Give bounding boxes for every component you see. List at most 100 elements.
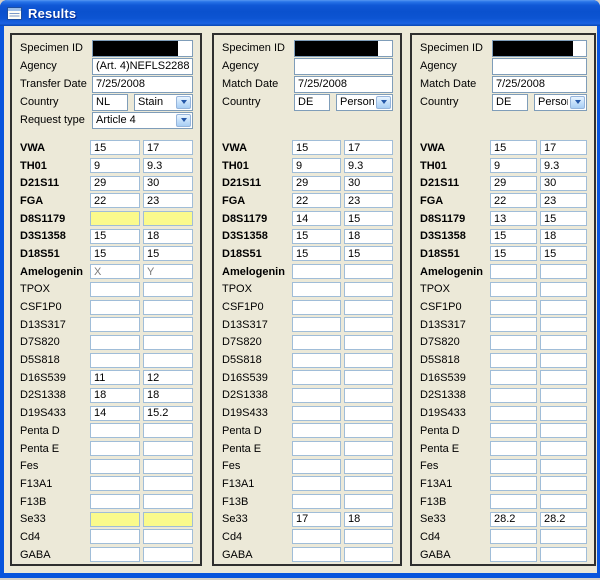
allele-cell-d3s1358-2[interactable]: 18 [344, 229, 393, 244]
allele-cell-fga-1[interactable]: 22 [490, 193, 537, 208]
allele-cell-penta-e-2[interactable] [344, 441, 393, 456]
allele-cell-penta-e-2[interactable] [143, 441, 193, 456]
allele-cell-d7s820-2[interactable] [344, 335, 393, 350]
allele-cell-cd4-1[interactable] [292, 529, 341, 544]
allele-cell-d16s539-1[interactable] [490, 370, 537, 385]
allele-cell-cd4-1[interactable] [490, 529, 537, 544]
allele-cell-d5s818-1[interactable] [490, 353, 537, 368]
allele-cell-tpox-1[interactable] [490, 282, 537, 297]
allele-cell-d8s1179-1[interactable] [90, 211, 140, 226]
country-type-dropdown[interactable]: Person [336, 94, 393, 111]
allele-cell-csf1p0-2[interactable] [540, 300, 587, 315]
allele-cell-f13b-2[interactable] [540, 494, 587, 509]
allele-cell-d18s51-2[interactable]: 15 [344, 246, 393, 261]
allele-cell-d7s820-1[interactable] [490, 335, 537, 350]
allele-cell-fga-2[interactable]: 23 [540, 193, 587, 208]
allele-cell-d21s11-2[interactable]: 30 [344, 176, 393, 191]
allele-cell-d2s1338-1[interactable]: 18 [90, 388, 140, 403]
allele-cell-tpox-1[interactable] [292, 282, 341, 297]
allele-cell-d3s1358-1[interactable]: 15 [490, 229, 537, 244]
allele-cell-th01-2[interactable]: 9.3 [143, 158, 193, 173]
allele-cell-d7s820-2[interactable] [540, 335, 587, 350]
allele-cell-amelogenin-2[interactable] [540, 264, 587, 279]
allele-cell-d13s317-1[interactable] [490, 317, 537, 332]
allele-cell-fes-1[interactable] [292, 459, 341, 474]
allele-cell-f13a1-1[interactable] [292, 476, 341, 491]
allele-cell-f13a1-1[interactable] [90, 476, 140, 491]
allele-cell-se33-2[interactable] [143, 512, 193, 527]
country-type-dropdown[interactable]: Person [534, 94, 587, 111]
allele-cell-d5s818-2[interactable] [540, 353, 587, 368]
allele-cell-gaba-1[interactable] [490, 547, 537, 562]
allele-cell-d19s433-1[interactable] [490, 406, 537, 421]
allele-cell-d16s539-1[interactable] [292, 370, 341, 385]
allele-cell-cd4-2[interactable] [540, 529, 587, 544]
allele-cell-tpox-2[interactable] [143, 282, 193, 297]
allele-cell-f13b-2[interactable] [344, 494, 393, 509]
specimen-id-input[interactable] [92, 40, 193, 57]
allele-cell-th01-2[interactable]: 9.3 [540, 158, 587, 173]
allele-cell-d7s820-1[interactable] [90, 335, 140, 350]
allele-cell-penta-e-1[interactable] [90, 441, 140, 456]
match-date-input[interactable]: 7/25/2008 [492, 76, 587, 93]
allele-cell-d19s433-2[interactable] [344, 406, 393, 421]
allele-cell-penta-d-1[interactable] [490, 423, 537, 438]
allele-cell-tpox-1[interactable] [90, 282, 140, 297]
allele-cell-gaba-2[interactable] [540, 547, 587, 562]
allele-cell-penta-d-2[interactable] [143, 423, 193, 438]
allele-cell-f13a1-2[interactable] [143, 476, 193, 491]
agency-input[interactable] [294, 58, 393, 75]
allele-cell-d21s11-1[interactable]: 29 [90, 176, 140, 191]
allele-cell-f13b-1[interactable] [292, 494, 341, 509]
allele-cell-th01-1[interactable]: 9 [490, 158, 537, 173]
allele-cell-th01-1[interactable]: 9 [90, 158, 140, 173]
allele-cell-d19s433-2[interactable] [540, 406, 587, 421]
allele-cell-d8s1179-1[interactable]: 13 [490, 211, 537, 226]
allele-cell-f13a1-1[interactable] [490, 476, 537, 491]
allele-cell-d16s539-2[interactable] [344, 370, 393, 385]
allele-cell-amelogenin-2[interactable]: Y [143, 264, 193, 279]
allele-cell-csf1p0-1[interactable] [90, 300, 140, 315]
agency-input[interactable] [492, 58, 587, 75]
allele-cell-d5s818-1[interactable] [90, 353, 140, 368]
country-code-input[interactable]: DE [492, 94, 528, 111]
allele-cell-gaba-1[interactable] [90, 547, 140, 562]
allele-cell-d18s51-2[interactable]: 15 [540, 246, 587, 261]
allele-cell-fga-1[interactable]: 22 [292, 193, 341, 208]
allele-cell-penta-d-1[interactable] [292, 423, 341, 438]
allele-cell-d8s1179-1[interactable]: 14 [292, 211, 341, 226]
allele-cell-f13b-1[interactable] [490, 494, 537, 509]
allele-cell-penta-d-2[interactable] [540, 423, 587, 438]
allele-cell-d5s818-2[interactable] [344, 353, 393, 368]
request-type-dropdown[interactable]: Article 4 [92, 112, 193, 129]
allele-cell-d19s433-1[interactable] [292, 406, 341, 421]
allele-cell-d16s539-2[interactable]: 12 [143, 370, 193, 385]
allele-cell-d21s11-2[interactable]: 30 [143, 176, 193, 191]
country-type-dropdown-arrow-button[interactable] [176, 96, 191, 109]
allele-cell-d13s317-2[interactable] [143, 317, 193, 332]
allele-cell-fga-2[interactable]: 23 [344, 193, 393, 208]
country-code-input[interactable]: NL [92, 94, 128, 111]
allele-cell-th01-1[interactable]: 9 [292, 158, 341, 173]
allele-cell-fes-2[interactable] [540, 459, 587, 474]
transfer-date-input[interactable]: 7/25/2008 [92, 76, 193, 93]
allele-cell-d13s317-1[interactable] [292, 317, 341, 332]
allele-cell-d7s820-1[interactable] [292, 335, 341, 350]
allele-cell-d18s51-1[interactable]: 15 [292, 246, 341, 261]
allele-cell-vwa-2[interactable]: 17 [143, 140, 193, 155]
allele-cell-d3s1358-1[interactable]: 15 [90, 229, 140, 244]
allele-cell-d8s1179-2[interactable]: 15 [540, 211, 587, 226]
allele-cell-se33-1[interactable]: 17 [292, 512, 341, 527]
allele-cell-penta-e-2[interactable] [540, 441, 587, 456]
allele-cell-fes-2[interactable] [143, 459, 193, 474]
allele-cell-d21s11-1[interactable]: 29 [292, 176, 341, 191]
allele-cell-d18s51-1[interactable]: 15 [490, 246, 537, 261]
country-type-dropdown[interactable]: Stain [134, 94, 193, 111]
allele-cell-d8s1179-2[interactable]: 15 [344, 211, 393, 226]
allele-cell-penta-e-1[interactable] [292, 441, 341, 456]
allele-cell-fes-2[interactable] [344, 459, 393, 474]
allele-cell-csf1p0-2[interactable] [344, 300, 393, 315]
allele-cell-d3s1358-1[interactable]: 15 [292, 229, 341, 244]
allele-cell-f13b-2[interactable] [143, 494, 193, 509]
allele-cell-d2s1338-2[interactable] [344, 388, 393, 403]
